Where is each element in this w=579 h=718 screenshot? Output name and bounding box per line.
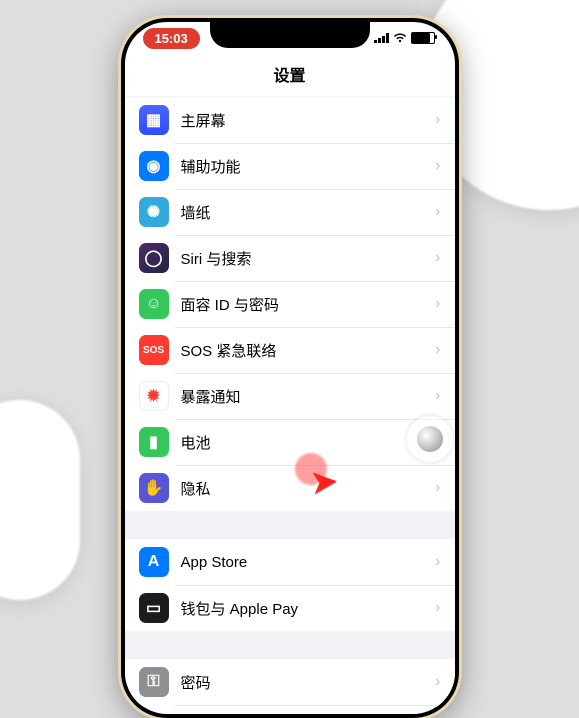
chevron-right-icon: › bbox=[435, 553, 440, 571]
appstore-icon: A bbox=[139, 547, 169, 577]
settings-row-exposure[interactable]: ✹ 暴露通知 › bbox=[125, 373, 455, 419]
chevron-right-icon: › bbox=[435, 157, 440, 175]
settings-row-sos[interactable]: SOS SOS 紧急联络 › bbox=[125, 327, 455, 373]
settings-row-label: 电池 bbox=[181, 432, 430, 453]
settings-group-3: ⚿ 密码 › ✉邮件› bbox=[125, 659, 455, 707]
chevron-right-icon: › bbox=[435, 249, 440, 267]
chevron-right-icon: › bbox=[435, 341, 440, 359]
settings-row-faceid[interactable]: ☺ 面容 ID 与密码 › bbox=[125, 281, 455, 327]
chevron-right-icon: › bbox=[435, 111, 440, 129]
accessibility-icon: ◉ bbox=[139, 151, 169, 181]
settings-row-label: 主屏幕 bbox=[181, 110, 430, 131]
settings-row-passwords[interactable]: ⚿ 密码 › bbox=[125, 659, 455, 705]
chevron-right-icon: › bbox=[435, 203, 440, 221]
assistive-touch-button[interactable] bbox=[407, 416, 453, 462]
settings-row-mail[interactable]: ✉邮件› bbox=[125, 705, 455, 707]
chevron-right-icon: › bbox=[435, 599, 440, 617]
settings-row-label: SOS 紧急联络 bbox=[181, 340, 430, 361]
chevron-right-icon: › bbox=[435, 673, 440, 691]
sos-icon: SOS bbox=[139, 335, 169, 365]
decorative-blob-left bbox=[0, 400, 80, 600]
chevron-right-icon: › bbox=[435, 387, 440, 405]
privacy-icon: ✋ bbox=[139, 473, 169, 503]
settings-scroll-area[interactable]: ▦主屏幕›◉辅助功能›✺墙纸›◯Siri 与搜索›☺面容 ID 与密码›SOSS… bbox=[125, 97, 455, 707]
cellular-signal-icon bbox=[374, 33, 389, 43]
settings-row-label: 面容 ID 与密码 bbox=[181, 294, 430, 315]
settings-row-privacy[interactable]: ✋隐私› bbox=[125, 465, 455, 511]
wallpaper-icon: ✺ bbox=[139, 197, 169, 227]
status-bar: 15:03 bbox=[125, 22, 455, 54]
siri-icon: ◯ bbox=[139, 243, 169, 273]
phone-frame: 15:03 设置 ▦ 主屏幕 › ◉ 辅助功能 › ✺ 墙纸 › ◯ Siri 与搜索 › ☺ 面容 ID… bbox=[121, 18, 459, 718]
settings-row-wallpaper[interactable]: ✺ 墙纸 › bbox=[125, 189, 455, 235]
navbar-title: 设置 bbox=[125, 54, 455, 97]
settings-group-2: A App Store › ▭ 钱包与 Apple Pay › bbox=[125, 539, 455, 631]
settings-row-siri[interactable]: ◯ Siri 与搜索 › bbox=[125, 235, 455, 281]
settings-group-1: ▦主屏幕›◉辅助功能›✺墙纸›◯Siri 与搜索›☺面容 ID 与密码›SOSS… bbox=[125, 97, 455, 511]
phone-screen: 15:03 设置 ▦ 主屏幕 › ◉ 辅助功能 › ✺ 墙纸 › ◯ Siri 与搜索 › ☺ 面容 ID… bbox=[125, 22, 455, 714]
settings-row-label: 墙纸 bbox=[181, 202, 430, 223]
wifi-icon bbox=[393, 33, 407, 43]
settings-row-wallet[interactable]: ▭ 钱包与 Apple Pay › bbox=[125, 585, 455, 631]
settings-row-label: 辅助功能 bbox=[181, 156, 430, 177]
battery-icon: ▮ bbox=[139, 427, 169, 457]
chevron-right-icon: › bbox=[435, 479, 440, 497]
settings-row-battery[interactable]: ▮电池› bbox=[125, 419, 455, 465]
status-time-recording-pill[interactable]: 15:03 bbox=[143, 28, 200, 49]
settings-row-label: Siri 与搜索 bbox=[181, 248, 430, 269]
status-right bbox=[374, 32, 435, 44]
chevron-right-icon: › bbox=[435, 295, 440, 313]
cursor-arrow-icon: ➤ bbox=[309, 464, 340, 500]
settings-row-label: 密码 bbox=[181, 672, 430, 693]
settings-row-label: 钱包与 Apple Pay bbox=[181, 598, 430, 619]
passwords-icon: ⚿ bbox=[139, 667, 169, 697]
battery-icon bbox=[411, 32, 435, 44]
settings-row-appstore[interactable]: A App Store › bbox=[125, 539, 455, 585]
settings-row-accessibility[interactable]: ◉ 辅助功能 › bbox=[125, 143, 455, 189]
home-icon: ▦ bbox=[139, 105, 169, 135]
settings-row-home[interactable]: ▦ 主屏幕 › bbox=[125, 97, 455, 143]
settings-row-label: 暴露通知 bbox=[181, 386, 430, 407]
wallet-icon: ▭ bbox=[139, 593, 169, 623]
exposure-icon: ✹ bbox=[139, 381, 169, 411]
settings-row-label: App Store bbox=[181, 554, 430, 571]
faceid-icon: ☺ bbox=[139, 289, 169, 319]
